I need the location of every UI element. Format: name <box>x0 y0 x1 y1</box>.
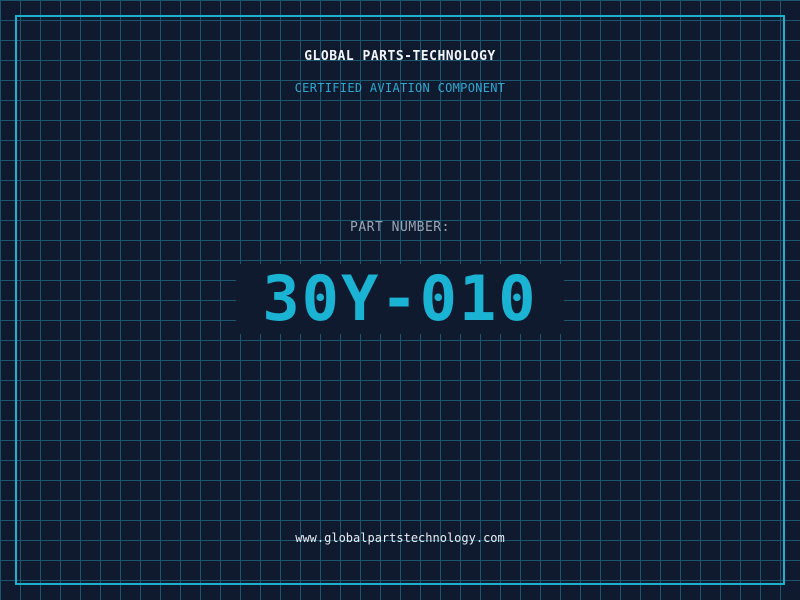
certification-subtitle: CERTIFIED AVIATION COMPONENT <box>294 81 506 95</box>
part-number-value: 30Y-010 <box>262 262 538 335</box>
part-number-label: PART NUMBER: <box>350 220 450 235</box>
website-link[interactable]: www.globalpartstechnology.com <box>0 530 800 546</box>
company-name: GLOBAL PARTS-TECHNOLOGY <box>304 49 496 64</box>
